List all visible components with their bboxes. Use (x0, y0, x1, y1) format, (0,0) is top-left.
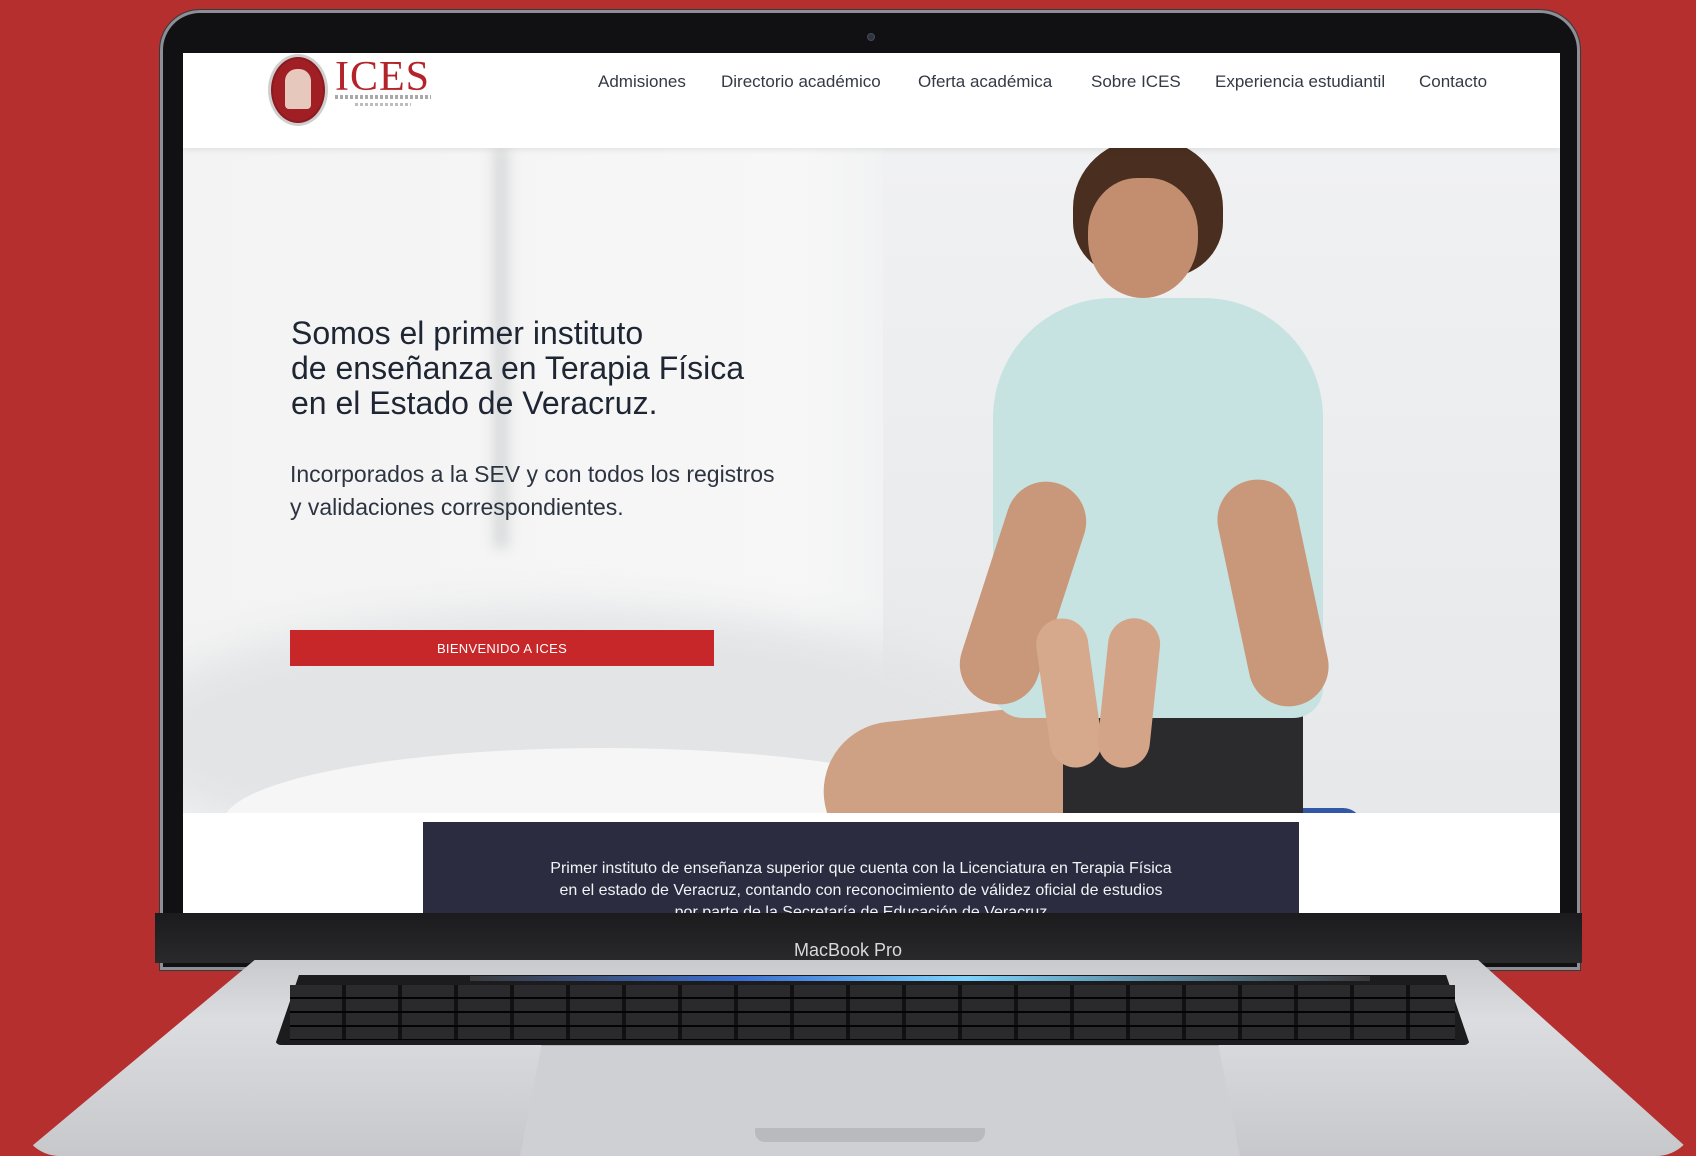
touch-bar (470, 976, 1370, 981)
logo-text[interactable]: ICES (335, 53, 430, 101)
device-label: MacBook Pro (793, 940, 903, 960)
info-band: Primer instituto de enseñanza superior q… (423, 822, 1299, 913)
hero-section: Somos el primer instituto de enseñanza e… (183, 148, 1560, 813)
hero-title: Somos el primer instituto de enseñanza e… (291, 315, 745, 421)
keyboard-keys (290, 985, 1455, 1040)
hero-subtitle: Incorporados a la SEV y con todos los re… (290, 461, 775, 520)
ices-seal-logo[interactable] (268, 54, 328, 126)
hero-photo-face (1088, 178, 1198, 298)
browser-screen: ICES Admisiones Directorio académico Ofe… (183, 53, 1560, 913)
logo-subtitle (335, 95, 431, 99)
logo-subtitle-line (355, 103, 411, 106)
camera-icon (867, 33, 875, 41)
nav-directorio-academico[interactable]: Directorio académico (721, 72, 881, 92)
nav-oferta-academica[interactable]: Oferta académica (918, 72, 1052, 92)
white-strip (1299, 813, 1560, 913)
site-header: ICES Admisiones Directorio académico Ofe… (183, 53, 1560, 148)
lid-notch (755, 1128, 985, 1142)
info-text: Primer instituto de enseñanza superior q… (550, 860, 1172, 913)
nav-contacto[interactable]: Contacto (1419, 72, 1487, 92)
nav-experiencia-estudiantil[interactable]: Experiencia estudiantil (1215, 72, 1385, 92)
nav-admisiones[interactable]: Admisiones (598, 72, 686, 92)
seal-figure-icon (285, 69, 311, 109)
welcome-button[interactable]: BIENVENIDO A ICES (290, 630, 714, 666)
nav-sobre-ices[interactable]: Sobre ICES (1091, 72, 1181, 92)
